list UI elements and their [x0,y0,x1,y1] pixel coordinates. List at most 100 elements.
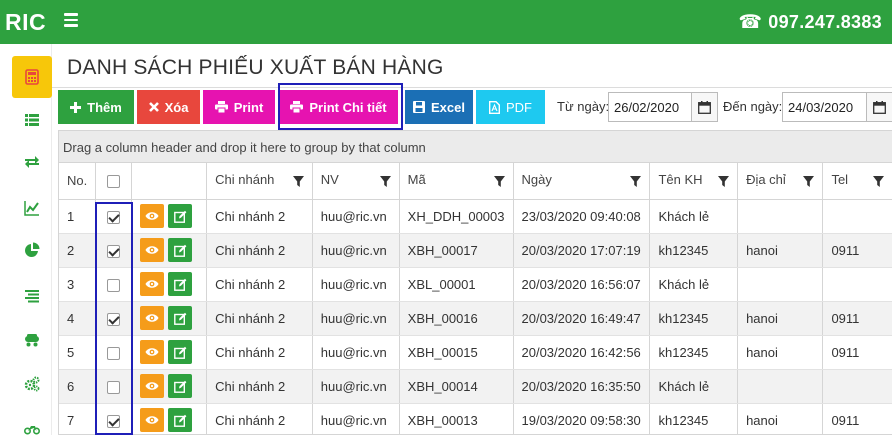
filter-icon[interactable] [493,175,505,190]
phone-number: ☎ 097.247.8383 [738,11,882,34]
edit-icon [173,380,187,393]
group-drop-area[interactable]: Drag a column header and drop it here to… [59,131,892,163]
table-row[interactable]: 4 Chi nhánh 2 huu@ric.vn XBH_00016 20/03… [59,301,892,336]
cell-actions [131,335,208,370]
align-icon [25,290,39,303]
brand-logo[interactable]: RIC [5,9,46,36]
row-checkbox[interactable] [107,414,121,428]
pdf-button-label: PDF [506,99,532,115]
sidebar-item-pie-chart[interactable] [12,230,52,270]
print-detail-button[interactable]: Print Chi tiết [279,90,398,124]
sidebar-item-truck[interactable] [12,320,52,360]
view-button[interactable] [140,272,165,296]
cell-customer: Khách lẻ [649,267,739,302]
sidebar-item-align[interactable] [12,276,52,316]
view-button[interactable] [140,238,165,262]
from-date-label: Từ ngày: [557,99,610,114]
cell-customer: Khách lẻ [649,369,739,404]
filter-icon[interactable] [630,175,642,190]
page-title: DANH SÁCH PHIẾU XUẤT BÁN HÀNG [67,56,444,79]
col-header-staff[interactable]: NV [312,163,400,200]
edit-button[interactable] [168,374,193,398]
eye-icon [145,314,159,322]
sidebar-item-cogs[interactable] [12,364,52,404]
table-row[interactable]: 3 Chi nhánh 2 huu@ric.vn XBL_00001 20/03… [59,267,892,302]
col-header-tel[interactable]: Tel [822,163,892,200]
add-button[interactable]: Thêm [58,90,134,124]
row-checkbox[interactable] [107,278,121,292]
row-checkbox[interactable] [107,210,121,224]
calendar-icon[interactable] [691,93,717,121]
delete-button[interactable]: Xóa [137,90,200,124]
select-all-checkbox[interactable] [107,175,121,189]
row-checkbox[interactable] [107,312,121,326]
edit-button[interactable] [168,272,193,296]
calculator-icon [25,69,39,85]
col-header-no-label: No. [67,173,88,189]
hamburger-icon[interactable] [64,13,78,29]
pdf-button[interactable]: PDF [476,90,545,124]
sidebar-item-calculator[interactable] [12,56,52,98]
table-row[interactable]: 7 Chi nhánh 2 huu@ric.vn XBH_00013 19/03… [59,403,892,434]
row-checkbox[interactable] [107,346,121,360]
table-row[interactable]: 2 Chi nhánh 2 huu@ric.vn XBH_00017 20/03… [59,233,892,268]
col-header-no[interactable]: No. [59,163,97,200]
cell-branch: Chi nhánh 2 [206,267,313,302]
view-button[interactable] [140,374,165,398]
cell-select [95,301,133,336]
edit-icon [173,244,187,257]
view-button[interactable] [140,408,165,432]
top-bar: RIC ☎ 097.247.8383 [0,0,892,44]
filter-icon[interactable] [292,175,304,190]
edit-button[interactable] [168,340,193,364]
col-header-code[interactable]: Mã [399,163,514,200]
cell-code: XBH_00016 [399,301,514,336]
print-icon [214,101,228,113]
main-content: DANH SÁCH PHIẾU XUẤT BÁN HÀNG Thêm Xóa P… [52,44,892,435]
edit-button[interactable] [168,238,193,262]
sidebar-item-list[interactable] [12,100,52,140]
excel-button[interactable]: Excel [405,90,473,124]
filter-icon[interactable] [873,175,884,190]
truck-icon [25,334,39,347]
edit-button[interactable] [168,306,193,330]
print-detail-button-label: Print Chi tiết [309,99,387,115]
row-checkbox[interactable] [107,380,121,394]
col-header-select[interactable] [95,163,133,200]
delete-button-label: Xóa [164,99,189,115]
eye-icon [145,246,159,254]
filter-icon[interactable] [803,175,815,190]
view-button[interactable] [140,340,165,364]
cell-select [95,335,133,370]
col-header-customer[interactable]: Tên KH [649,163,739,200]
filter-icon[interactable] [379,175,391,190]
sidebar-item-transfer[interactable] [12,142,52,182]
table-row[interactable]: 6 Chi nhánh 2 huu@ric.vn XBH_00014 20/03… [59,369,892,404]
filter-icon[interactable] [718,175,730,190]
eye-icon [145,416,159,424]
sidebar-item-line-chart[interactable] [12,188,52,228]
sidebar-item-motorbike[interactable] [12,408,52,448]
table-row[interactable]: 1 Chi nhánh 2 huu@ric.vn XH_DDH_00003 23… [59,199,892,234]
excel-button-label: Excel [431,99,465,115]
edit-icon [173,312,187,325]
col-header-branch[interactable]: Chi nhánh [206,163,313,200]
cell-address: hanoi [737,335,824,370]
view-button[interactable] [140,306,165,330]
cell-staff: huu@ric.vn [312,199,400,234]
to-date-field[interactable]: 24/03/2020 [782,92,892,122]
col-header-date[interactable]: Ngày [513,163,651,200]
edit-button[interactable] [168,204,193,228]
col-header-address[interactable]: Địa chỉ [737,163,824,200]
view-button[interactable] [140,204,165,228]
edit-button[interactable] [168,408,193,432]
cell-customer: kh12345 [649,335,739,370]
row-checkbox[interactable] [107,244,121,258]
cell-staff: huu@ric.vn [312,335,400,370]
print-button[interactable]: Print [203,90,275,124]
cell-actions [131,199,208,234]
edit-icon [173,210,187,223]
table-row[interactable]: 5 Chi nhánh 2 huu@ric.vn XBH_00015 20/03… [59,335,892,370]
from-date-field[interactable]: 26/02/2020 [608,92,718,122]
calendar-icon[interactable] [866,93,892,121]
